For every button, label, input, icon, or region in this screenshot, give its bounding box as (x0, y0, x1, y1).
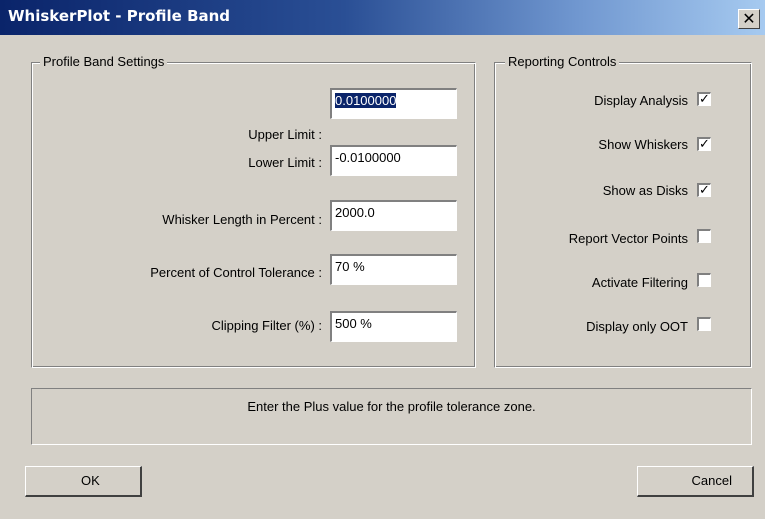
show-whiskers-label: Show Whiskers (598, 137, 688, 152)
clipping-filter-label: Clipping Filter (%) : (211, 318, 322, 333)
ok-button-label: OK (81, 473, 100, 488)
cancel-button-label: Cancel (691, 473, 732, 488)
close-button[interactable]: ✕ (738, 9, 760, 29)
display-only-oot-checkbox[interactable] (697, 317, 711, 331)
report-vector-points-label: Report Vector Points (568, 231, 688, 246)
upper-limit-input[interactable]: 0.0100000 (330, 88, 457, 119)
show-as-disks-checkbox[interactable]: ✓ (697, 183, 711, 197)
title-bar[interactable]: WhiskerPlot - Profile Band ✕ (0, 0, 765, 35)
status-hint-text: Enter the Plus value for the profile tol… (247, 399, 536, 414)
status-hint-panel: Enter the Plus value for the profile tol… (31, 388, 752, 445)
ok-button[interactable]: OK (25, 466, 142, 497)
display-analysis-checkbox[interactable]: ✓ (697, 92, 711, 106)
activate-filtering-label: Activate Filtering (591, 275, 688, 290)
report-vector-points-checkbox[interactable] (697, 229, 711, 243)
lower-limit-input[interactable]: -0.0100000 (330, 145, 457, 176)
dialog-window: WhiskerPlot - Profile Band ✕ Profile Ban… (0, 0, 765, 519)
upper-limit-label: Upper Limit : (248, 127, 322, 142)
whisker-length-input[interactable]: 2000.0 (330, 200, 457, 231)
check-mark-icon: ✓ (699, 183, 710, 198)
control-tolerance-label: Percent of Control Tolerance : (150, 265, 322, 280)
display-analysis-label: Display Analysis (594, 93, 688, 108)
cancel-button[interactable]: Cancel (637, 466, 754, 497)
profile-band-settings-title: Profile Band Settings (40, 54, 168, 69)
show-whiskers-checkbox[interactable]: ✓ (697, 137, 711, 151)
display-only-oot-label: Display only OOT (586, 319, 688, 334)
show-as-disks-label: Show as Disks (602, 183, 688, 198)
check-mark-icon: ✓ (699, 137, 710, 152)
lower-limit-label: Lower Limit : (248, 155, 322, 170)
upper-limit-value: 0.0100000 (335, 93, 397, 108)
control-tolerance-input[interactable]: 70 % (330, 254, 457, 285)
whisker-length-label: Whisker Length in Percent : (162, 212, 322, 227)
clipping-filter-input[interactable]: 500 % (330, 311, 457, 342)
reporting-controls-title: Reporting Controls (505, 54, 620, 69)
window-title: WhiskerPlot - Profile Band (8, 7, 231, 25)
activate-filtering-checkbox[interactable] (697, 273, 711, 287)
check-mark-icon: ✓ (699, 92, 710, 107)
